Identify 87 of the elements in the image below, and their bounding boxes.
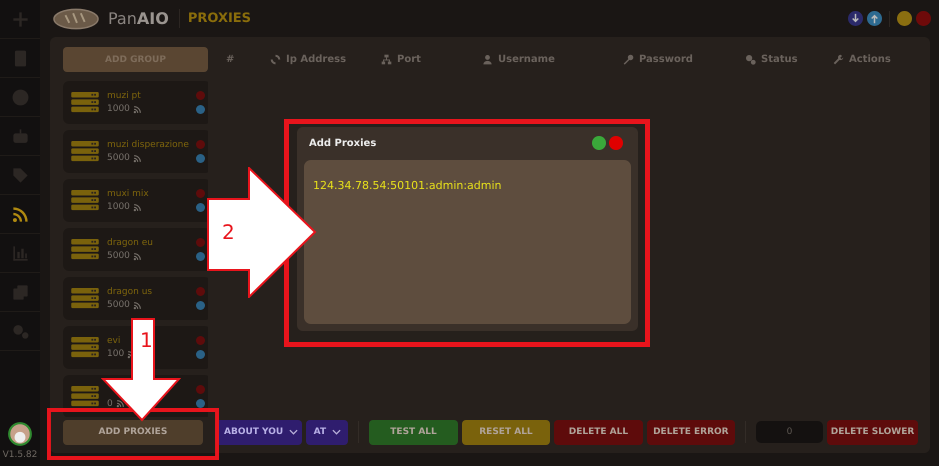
edit-dot-icon[interactable] xyxy=(196,154,205,163)
wrench-icon xyxy=(833,54,844,65)
proxy-count: 5000 xyxy=(107,251,130,261)
upload-icon[interactable] xyxy=(867,11,882,26)
server-icon xyxy=(70,238,100,260)
proxy-count: 5000 xyxy=(107,300,130,310)
toolbar-button[interactable]: TEST ALL xyxy=(369,420,458,444)
chevron-down-icon xyxy=(332,429,342,435)
group-card[interactable]: muxi mix 1000 xyxy=(63,179,208,222)
delete-dot-icon[interactable] xyxy=(196,91,205,100)
group-name: muxi mix xyxy=(107,189,149,199)
group-name: muzi disperazione xyxy=(107,140,189,150)
toolbar-button[interactable]: DELETE ALL xyxy=(554,420,643,444)
tag-icon[interactable] xyxy=(10,166,30,184)
dropdown[interactable]: AT xyxy=(306,420,348,444)
delete-dot-icon[interactable] xyxy=(196,287,205,296)
edit-dot-icon[interactable] xyxy=(196,203,205,212)
network-icon xyxy=(381,54,392,65)
group-name: evi xyxy=(107,336,120,346)
brand-name: PanAIO xyxy=(108,9,180,28)
key-icon xyxy=(623,54,634,65)
input-field[interactable]: 0 xyxy=(756,421,824,443)
rss-icon xyxy=(132,252,142,260)
column-header[interactable]: Ip Address xyxy=(286,54,346,65)
version-label: V1.5.82 xyxy=(2,450,38,460)
edit-dot-icon[interactable] xyxy=(196,301,205,310)
column-header[interactable]: # xyxy=(226,54,234,65)
proxy-count: 1000 xyxy=(107,104,130,114)
chart-icon[interactable] xyxy=(10,244,30,262)
proxy-count: 100 xyxy=(107,349,124,359)
dialog-title: Add Proxies xyxy=(309,138,376,148)
edit-dot-icon[interactable] xyxy=(196,105,205,114)
group-name: dragon us xyxy=(107,287,152,297)
edit-dot-icon[interactable] xyxy=(196,399,205,408)
column-header[interactable]: Status xyxy=(761,54,798,65)
copy-icon[interactable] xyxy=(10,282,30,302)
download-icon[interactable] xyxy=(848,11,863,26)
group-card[interactable]: dragon us 5000 xyxy=(63,277,208,320)
toolbar-button[interactable]: RESET ALL xyxy=(462,420,550,444)
proxy-count: 0 xyxy=(107,398,113,408)
column-header[interactable]: Port xyxy=(397,54,421,65)
server-icon xyxy=(70,140,100,162)
rss-icon xyxy=(116,399,125,408)
confirm-dot-icon[interactable] xyxy=(592,136,606,150)
bread-logo-icon xyxy=(52,6,100,30)
delete-dot-icon[interactable] xyxy=(196,238,205,247)
rss-icon[interactable] xyxy=(10,204,30,224)
rss-icon xyxy=(132,202,142,212)
server-icon xyxy=(70,336,100,358)
group-name: dragon eu xyxy=(107,238,153,248)
edit-dot-icon[interactable] xyxy=(196,252,205,261)
close-dot-icon[interactable] xyxy=(609,136,623,150)
avatar-icon[interactable] xyxy=(6,421,33,447)
column-header[interactable]: Password xyxy=(639,54,693,65)
add-proxies-button[interactable]: ADD PROXIES xyxy=(63,420,203,444)
delete-dot-icon[interactable] xyxy=(196,385,205,394)
proxy-count: 5000 xyxy=(107,153,130,163)
group-card[interactable]: muzi pt 1000 xyxy=(63,81,208,124)
column-header[interactable]: Actions xyxy=(849,54,891,65)
group-card[interactable]: dragon eu 5000 xyxy=(63,228,208,271)
proxy-entry: 124.34.78.54:50101:admin:admin xyxy=(313,179,502,192)
server-icon xyxy=(70,92,100,114)
rss-icon xyxy=(132,104,142,114)
edit-dot-icon[interactable] xyxy=(196,350,205,359)
server-icon xyxy=(70,288,100,310)
sync-icon xyxy=(270,54,281,65)
robot-icon[interactable] xyxy=(10,126,30,146)
server-icon xyxy=(70,386,100,408)
delete-dot-icon[interactable] xyxy=(196,336,205,345)
rss-icon xyxy=(132,300,142,310)
plus-icon[interactable] xyxy=(10,10,30,28)
column-header[interactable]: Username xyxy=(498,54,555,65)
callout-number: 1 xyxy=(140,330,153,350)
page-title: PROXIES xyxy=(188,11,252,26)
rss-icon xyxy=(132,154,142,162)
group-name: muzi pt xyxy=(107,91,141,101)
toolbar-button[interactable]: DELETE SLOWER xyxy=(827,420,918,444)
proxies-text-area[interactable]: 124.34.78.54:50101:admin:admin xyxy=(304,160,631,324)
server-icon xyxy=(70,190,100,212)
proxy-count: 1000 xyxy=(107,202,130,212)
callout-number: 2 xyxy=(222,222,235,242)
delete-dot-icon[interactable] xyxy=(196,189,205,198)
chevron-down-icon xyxy=(289,429,298,435)
delete-dot-icon[interactable] xyxy=(196,140,205,149)
toolbar-button[interactable]: DELETE ERROR xyxy=(646,420,736,444)
group-card[interactable]: muzi disperazione 5000 xyxy=(63,130,208,173)
minimize-icon[interactable] xyxy=(897,11,912,26)
